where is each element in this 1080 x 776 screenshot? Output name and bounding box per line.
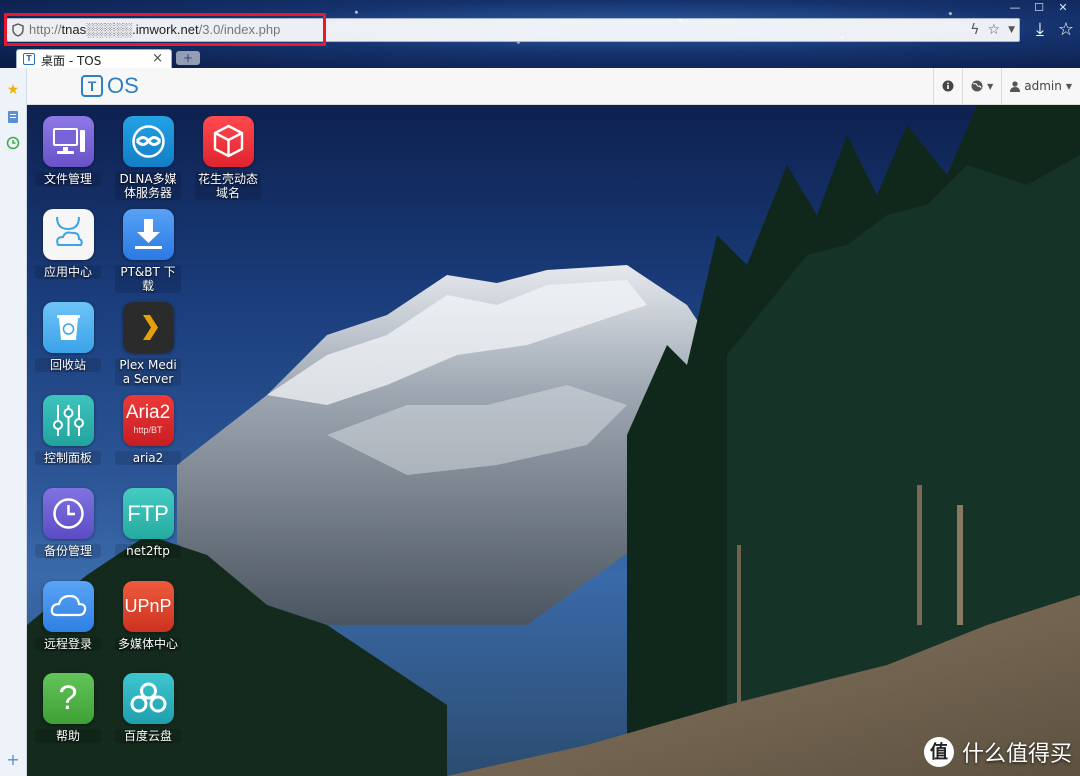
app-label: 文件管理 — [35, 172, 101, 186]
cloud-icon — [42, 581, 94, 632]
dropdown-arrow-icon[interactable]: ▼ — [1008, 20, 1015, 40]
plex-icon — [122, 302, 174, 353]
app-file-manager[interactable]: 文件管理 — [35, 116, 101, 186]
upnp-glyph: UPnP — [124, 596, 172, 616]
address-bar[interactable]: http://tnas░░░░░.imwork.net/3.0/index.ph… — [6, 18, 1020, 42]
app-aria2[interactable]: Aria2 http/BT aria2 — [115, 395, 181, 465]
app-dlna-server[interactable]: DLNA多媒体服务器 — [115, 116, 181, 200]
app-label: 控制面板 — [35, 451, 101, 465]
app-label: 帮助 — [35, 729, 101, 743]
tab-desktop-tos[interactable]: T 桌面 - TOS × — [16, 49, 172, 69]
info-button[interactable] — [933, 68, 962, 104]
upnp-icon: UPnP — [122, 581, 174, 632]
url-text[interactable]: http://tnas░░░░░.imwork.net/3.0/index.ph… — [29, 22, 280, 37]
watermark-text: 什么值得买 — [961, 742, 1072, 767]
help-icon: ? — [42, 673, 94, 724]
user-menu[interactable]: admin ▼ — [1001, 68, 1080, 104]
sliders-icon — [42, 395, 94, 446]
baidu-cloud-icon — [122, 673, 174, 724]
app-label: 备份管理 — [35, 544, 101, 558]
app-help[interactable]: ? 帮助 — [35, 673, 101, 743]
tos-favicon-icon: T — [23, 53, 35, 65]
browser-titlebar: — ☐ ✕ http://tnas░░░░░.imwork.net/3.0/in… — [0, 0, 1080, 69]
app-app-center[interactable]: 应用中心 — [35, 209, 101, 279]
app-baidu-cloud[interactable]: 百度云盘 — [115, 673, 181, 743]
app-label: PT&BT 下载 — [115, 265, 181, 293]
clock-icon — [42, 488, 94, 539]
watermark-logo: 值 — [923, 737, 954, 767]
app-plex-media-server[interactable]: Plex Media Server — [115, 302, 181, 386]
reading-list-icon[interactable] — [5, 110, 21, 126]
user-icon — [1010, 80, 1021, 92]
app-oray-ddns[interactable]: 花生壳动态域名 — [195, 116, 261, 200]
info-icon — [942, 80, 954, 92]
url-path: /3.0/index.php — [198, 22, 281, 37]
add-sidebar-icon[interactable]: + — [5, 752, 21, 768]
app-recycle-bin[interactable]: 回收站 — [35, 302, 101, 372]
tos-logo: T OS — [81, 73, 145, 100]
monitor-icon — [42, 116, 94, 167]
favorites-star-icon[interactable]: ☆ — [1056, 19, 1076, 41]
ftp-glyph: FTP — [127, 501, 169, 526]
tos-header: T OS ▼ admin ▼ — [27, 68, 1080, 105]
app-control-panel[interactable]: 控制面板 — [35, 395, 101, 465]
tab-title: 桌面 - TOS — [41, 54, 102, 68]
app-label: 花生壳动态域名 — [195, 172, 261, 200]
chevron-down-icon: ▼ — [1065, 81, 1072, 91]
close-window-button[interactable]: ✕ — [1052, 0, 1074, 16]
history-clock-icon[interactable] — [5, 136, 21, 152]
bookmark-star-icon[interactable]: ☆ — [988, 20, 1001, 40]
lightning-icon[interactable]: ϟ — [970, 20, 979, 40]
shield-icon — [12, 23, 24, 37]
help-glyph: ? — [58, 679, 78, 717]
globe-icon — [971, 80, 983, 92]
download-arrow-icon[interactable]: ⤓ — [1030, 19, 1050, 41]
app-remote-login[interactable]: 远程登录 — [35, 581, 101, 651]
maximize-button[interactable]: ☐ — [1028, 0, 1050, 16]
url-host: tnas░░░░░.imwork.net — [61, 22, 199, 37]
favorites-sidebar-icon[interactable]: ★ — [5, 82, 21, 98]
chevron-down-icon: ▼ — [987, 81, 994, 91]
download-icon — [122, 209, 174, 260]
app-label: 应用中心 — [35, 265, 101, 279]
desktop[interactable]: 文件管理 应用中心 回收站 控制面板 备份管理 远程登录 ? 帮助 DLNA多媒… — [27, 105, 1080, 776]
app-net2ftp[interactable]: FTP net2ftp — [115, 488, 181, 558]
app-pt-bt-download[interactable]: PT&BT 下载 — [115, 209, 181, 293]
app-backup-manager[interactable]: 备份管理 — [35, 488, 101, 558]
dlna-icon — [122, 116, 174, 167]
minimize-button[interactable]: — — [1004, 0, 1026, 16]
app-media-center[interactable]: UPnP 多媒体中心 — [115, 581, 181, 651]
username: admin — [1024, 79, 1062, 93]
tab-close-button[interactable]: × — [152, 51, 163, 66]
browser-sidebar: ★ + — [0, 68, 27, 776]
tos-logo-mark: T — [81, 75, 103, 97]
app-label: aria2 — [115, 451, 181, 465]
cube-icon — [202, 116, 254, 167]
language-dropdown[interactable]: ▼ — [962, 68, 1001, 104]
app-label: 多媒体中心 — [115, 637, 181, 651]
url-scheme: http:// — [29, 22, 62, 37]
app-label: DLNA多媒体服务器 — [115, 172, 181, 200]
site-watermark: 值 什么值得买 — [923, 736, 1072, 768]
cloud-bag-icon — [42, 209, 94, 260]
app-label: Plex Media Server — [115, 358, 181, 386]
aria2-subtitle: http/BT — [133, 425, 163, 435]
recycle-icon — [42, 302, 94, 353]
aria2-icon: Aria2 http/BT — [122, 395, 174, 446]
app-label: net2ftp — [115, 544, 181, 558]
app-label: 百度云盘 — [115, 729, 181, 743]
new-tab-button[interactable]: + — [176, 51, 200, 65]
wallpaper-mountain-image — [27, 105, 1080, 776]
app-label: 远程登录 — [35, 637, 101, 651]
window-controls: — ☐ ✕ — [1004, 0, 1074, 16]
ftp-icon: FTP — [122, 488, 174, 539]
app-label: 回收站 — [35, 358, 101, 372]
tos-logo-text: OS — [107, 73, 139, 98]
